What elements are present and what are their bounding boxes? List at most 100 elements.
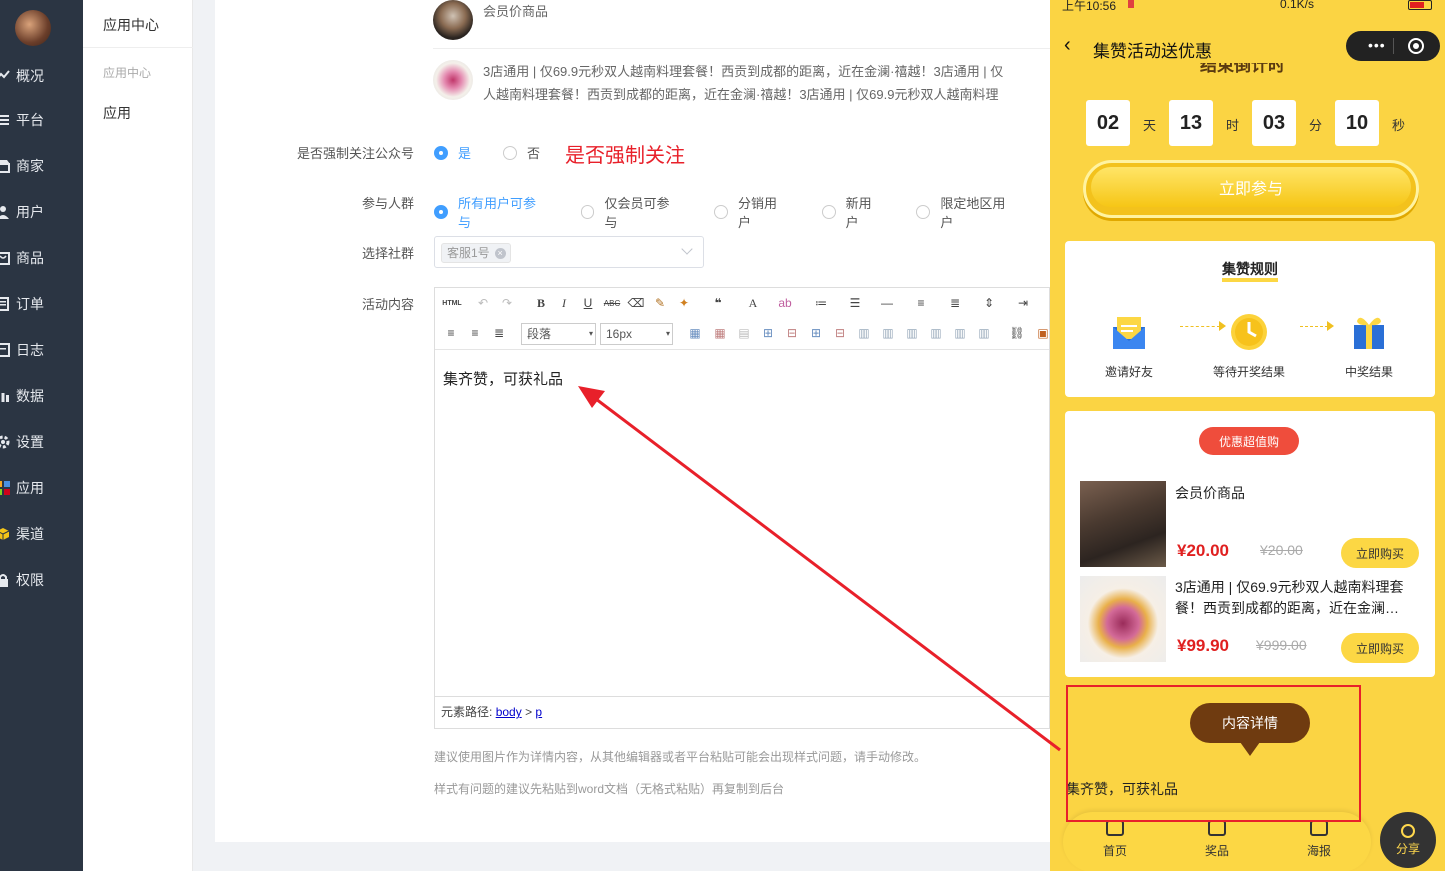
underline-button[interactable]: U	[580, 295, 596, 311]
nav-item-settings[interactable]: 设置	[0, 430, 83, 454]
html-source-button[interactable]: HTML	[441, 295, 463, 311]
home-icon	[1106, 820, 1124, 836]
radio-label: 新用户	[845, 196, 872, 230]
insert-col-icon[interactable]: ⊞	[808, 325, 824, 341]
merge-down-icon[interactable]: ▥	[904, 325, 920, 341]
crowd-option-new[interactable]: 新用户	[821, 193, 885, 231]
close-circle-icon[interactable]	[1408, 38, 1424, 54]
redo-icon[interactable]: ↷	[499, 295, 515, 311]
follow-yes-radio[interactable]: 是	[434, 143, 471, 162]
delete-table-icon[interactable]: ▦	[712, 325, 728, 341]
path-label: 元素路径:	[441, 705, 493, 719]
merge-right-icon[interactable]: ▥	[880, 325, 896, 341]
nav-label: 商家	[16, 158, 44, 174]
ordered-list-icon[interactable]: ≔	[813, 295, 829, 311]
nav-item-data[interactable]: 数据	[0, 384, 83, 408]
community-select[interactable]: 客服1号 ×	[434, 236, 704, 268]
horizontal-rule-icon[interactable]: —	[879, 295, 895, 311]
italic-button[interactable]: I	[556, 295, 572, 311]
nav-item-log[interactable]: 日志	[0, 338, 83, 362]
goods-name[interactable]: 会员价商品	[1175, 483, 1245, 503]
crowd-option-distributor[interactable]: 分销用户	[714, 193, 790, 231]
paragraph-select[interactable]: 段落 ▾	[521, 323, 596, 345]
crowd-option-region[interactable]: 限定地区用户	[916, 193, 1018, 231]
nav-item-user[interactable]: 用户	[0, 200, 83, 224]
follow-no-radio[interactable]: 否	[503, 143, 540, 162]
split-rows-icon[interactable]: ▥	[952, 325, 968, 341]
store-icon	[0, 159, 10, 173]
font-size-select[interactable]: 16px ▾	[600, 323, 673, 345]
align-right-icon[interactable]: ≡	[467, 325, 483, 341]
tab-prizes[interactable]: 奖品	[1187, 820, 1247, 859]
path-p-link[interactable]: p	[535, 705, 542, 719]
delete-row-icon[interactable]: ⊟	[784, 325, 800, 341]
join-button[interactable]: 立即参与	[1083, 160, 1419, 218]
auto-format-icon[interactable]: ✦	[676, 295, 692, 311]
nav-item-goods[interactable]: 商品	[0, 246, 83, 270]
table-caption-icon[interactable]: ▤	[736, 325, 752, 341]
unordered-list-icon[interactable]: ☰	[847, 295, 863, 311]
insert-row-icon[interactable]: ⊞	[760, 325, 776, 341]
format-brush-icon[interactable]: ✎	[652, 295, 668, 311]
crowd-option-all[interactable]: 所有用户可参与	[434, 193, 549, 231]
radio-label: 限定地区用户	[940, 196, 1006, 230]
editor-element-path: 元素路径: body > p	[435, 696, 1049, 728]
goods-thumbnail[interactable]	[1080, 481, 1166, 567]
font-color-button[interactable]: A	[745, 295, 761, 311]
goods-thumbnail[interactable]	[1080, 576, 1166, 662]
nav-item-merchant[interactable]: 商家	[0, 154, 83, 178]
tab-poster[interactable]: 海报	[1289, 820, 1349, 859]
chart-icon	[0, 69, 10, 83]
nav-item-channel[interactable]: 渠道	[0, 522, 83, 546]
align-justify-icon[interactable]: ≣	[491, 325, 507, 341]
nav-item-permission[interactable]: 权限	[0, 568, 83, 592]
nav-item-apps[interactable]: 应用	[0, 476, 83, 500]
app-logo[interactable]	[15, 10, 51, 46]
submenu-panel: 应用中心 应用中心 应用	[83, 0, 193, 871]
more-dots-icon[interactable]: •••	[1368, 38, 1386, 52]
back-arrow-icon[interactable]: ‹	[1064, 34, 1071, 57]
submenu-item-apps[interactable]: 应用	[103, 103, 131, 123]
main-content: 会员价商品 3店通用 | 仅69.9元秒双人越南料理套餐！西贡到成都的距离，近在…	[193, 0, 1050, 871]
goods-name[interactable]: 3店通用 | 仅69.9元秒双人越南料理套餐！西贡到成都的距离，近在金澜…	[1175, 577, 1425, 619]
align-left-icon[interactable]: ≡	[443, 325, 459, 341]
submenu-group-label: 应用中心	[103, 66, 152, 80]
row-spacing-icon[interactable]: ≡	[913, 295, 929, 311]
line-height-icon[interactable]: ⇕	[981, 295, 997, 311]
buy-now-button[interactable]: 立即购买	[1341, 633, 1419, 663]
share-button[interactable]: 分享	[1380, 812, 1436, 868]
highlight-icon[interactable]: ab	[777, 295, 793, 311]
eraser-icon[interactable]: ⌫	[628, 295, 645, 311]
editor-content[interactable]: 集齐赞，可获礼品	[443, 368, 563, 389]
goods-original-price: ¥999.00	[1256, 637, 1307, 653]
delete-col-icon[interactable]: ⊟	[832, 325, 848, 341]
split-cells-icon[interactable]: ▥	[928, 325, 944, 341]
nav-item-order[interactable]: 订单	[0, 292, 83, 316]
paragraph-spacing-icon[interactable]: ≣	[947, 295, 963, 311]
rule-step-wait: 等待开奖结果	[1209, 311, 1289, 380]
radio-dot	[714, 205, 728, 219]
nav-label: 平台	[16, 112, 44, 128]
insert-table-icon[interactable]: ▦	[687, 325, 703, 341]
split-cols-icon[interactable]: ▥	[976, 325, 992, 341]
strikethrough-button[interactable]: ABC	[604, 295, 620, 311]
link-icon[interactable]: ⛓	[1009, 325, 1025, 341]
nav-item-overview[interactable]: 概况	[0, 64, 83, 88]
annotation-highlight-box	[1066, 685, 1361, 822]
nav-item-platform[interactable]: 平台	[0, 108, 83, 132]
tag-label: 客服1号	[447, 246, 490, 260]
tab-home[interactable]: 首页	[1085, 820, 1145, 859]
quote-icon[interactable]: ❝	[710, 295, 726, 311]
path-body-link[interactable]: body	[496, 705, 522, 719]
indent-icon[interactable]: ⇥	[1015, 295, 1031, 311]
merge-cells-icon[interactable]: ▥	[856, 325, 872, 341]
buy-now-button[interactable]: 立即购买	[1341, 538, 1419, 568]
undo-icon[interactable]: ↶	[475, 295, 491, 311]
tab-label: 首页	[1102, 844, 1127, 858]
crowd-option-member[interactable]: 仅会员可参与	[580, 193, 683, 231]
tag-close-icon[interactable]: ×	[494, 248, 506, 259]
nav-label: 渠道	[16, 526, 44, 542]
bold-button[interactable]: B	[533, 295, 549, 311]
goods-price: ¥99.90	[1177, 636, 1229, 655]
image-icon[interactable]: ▣	[1035, 325, 1051, 341]
